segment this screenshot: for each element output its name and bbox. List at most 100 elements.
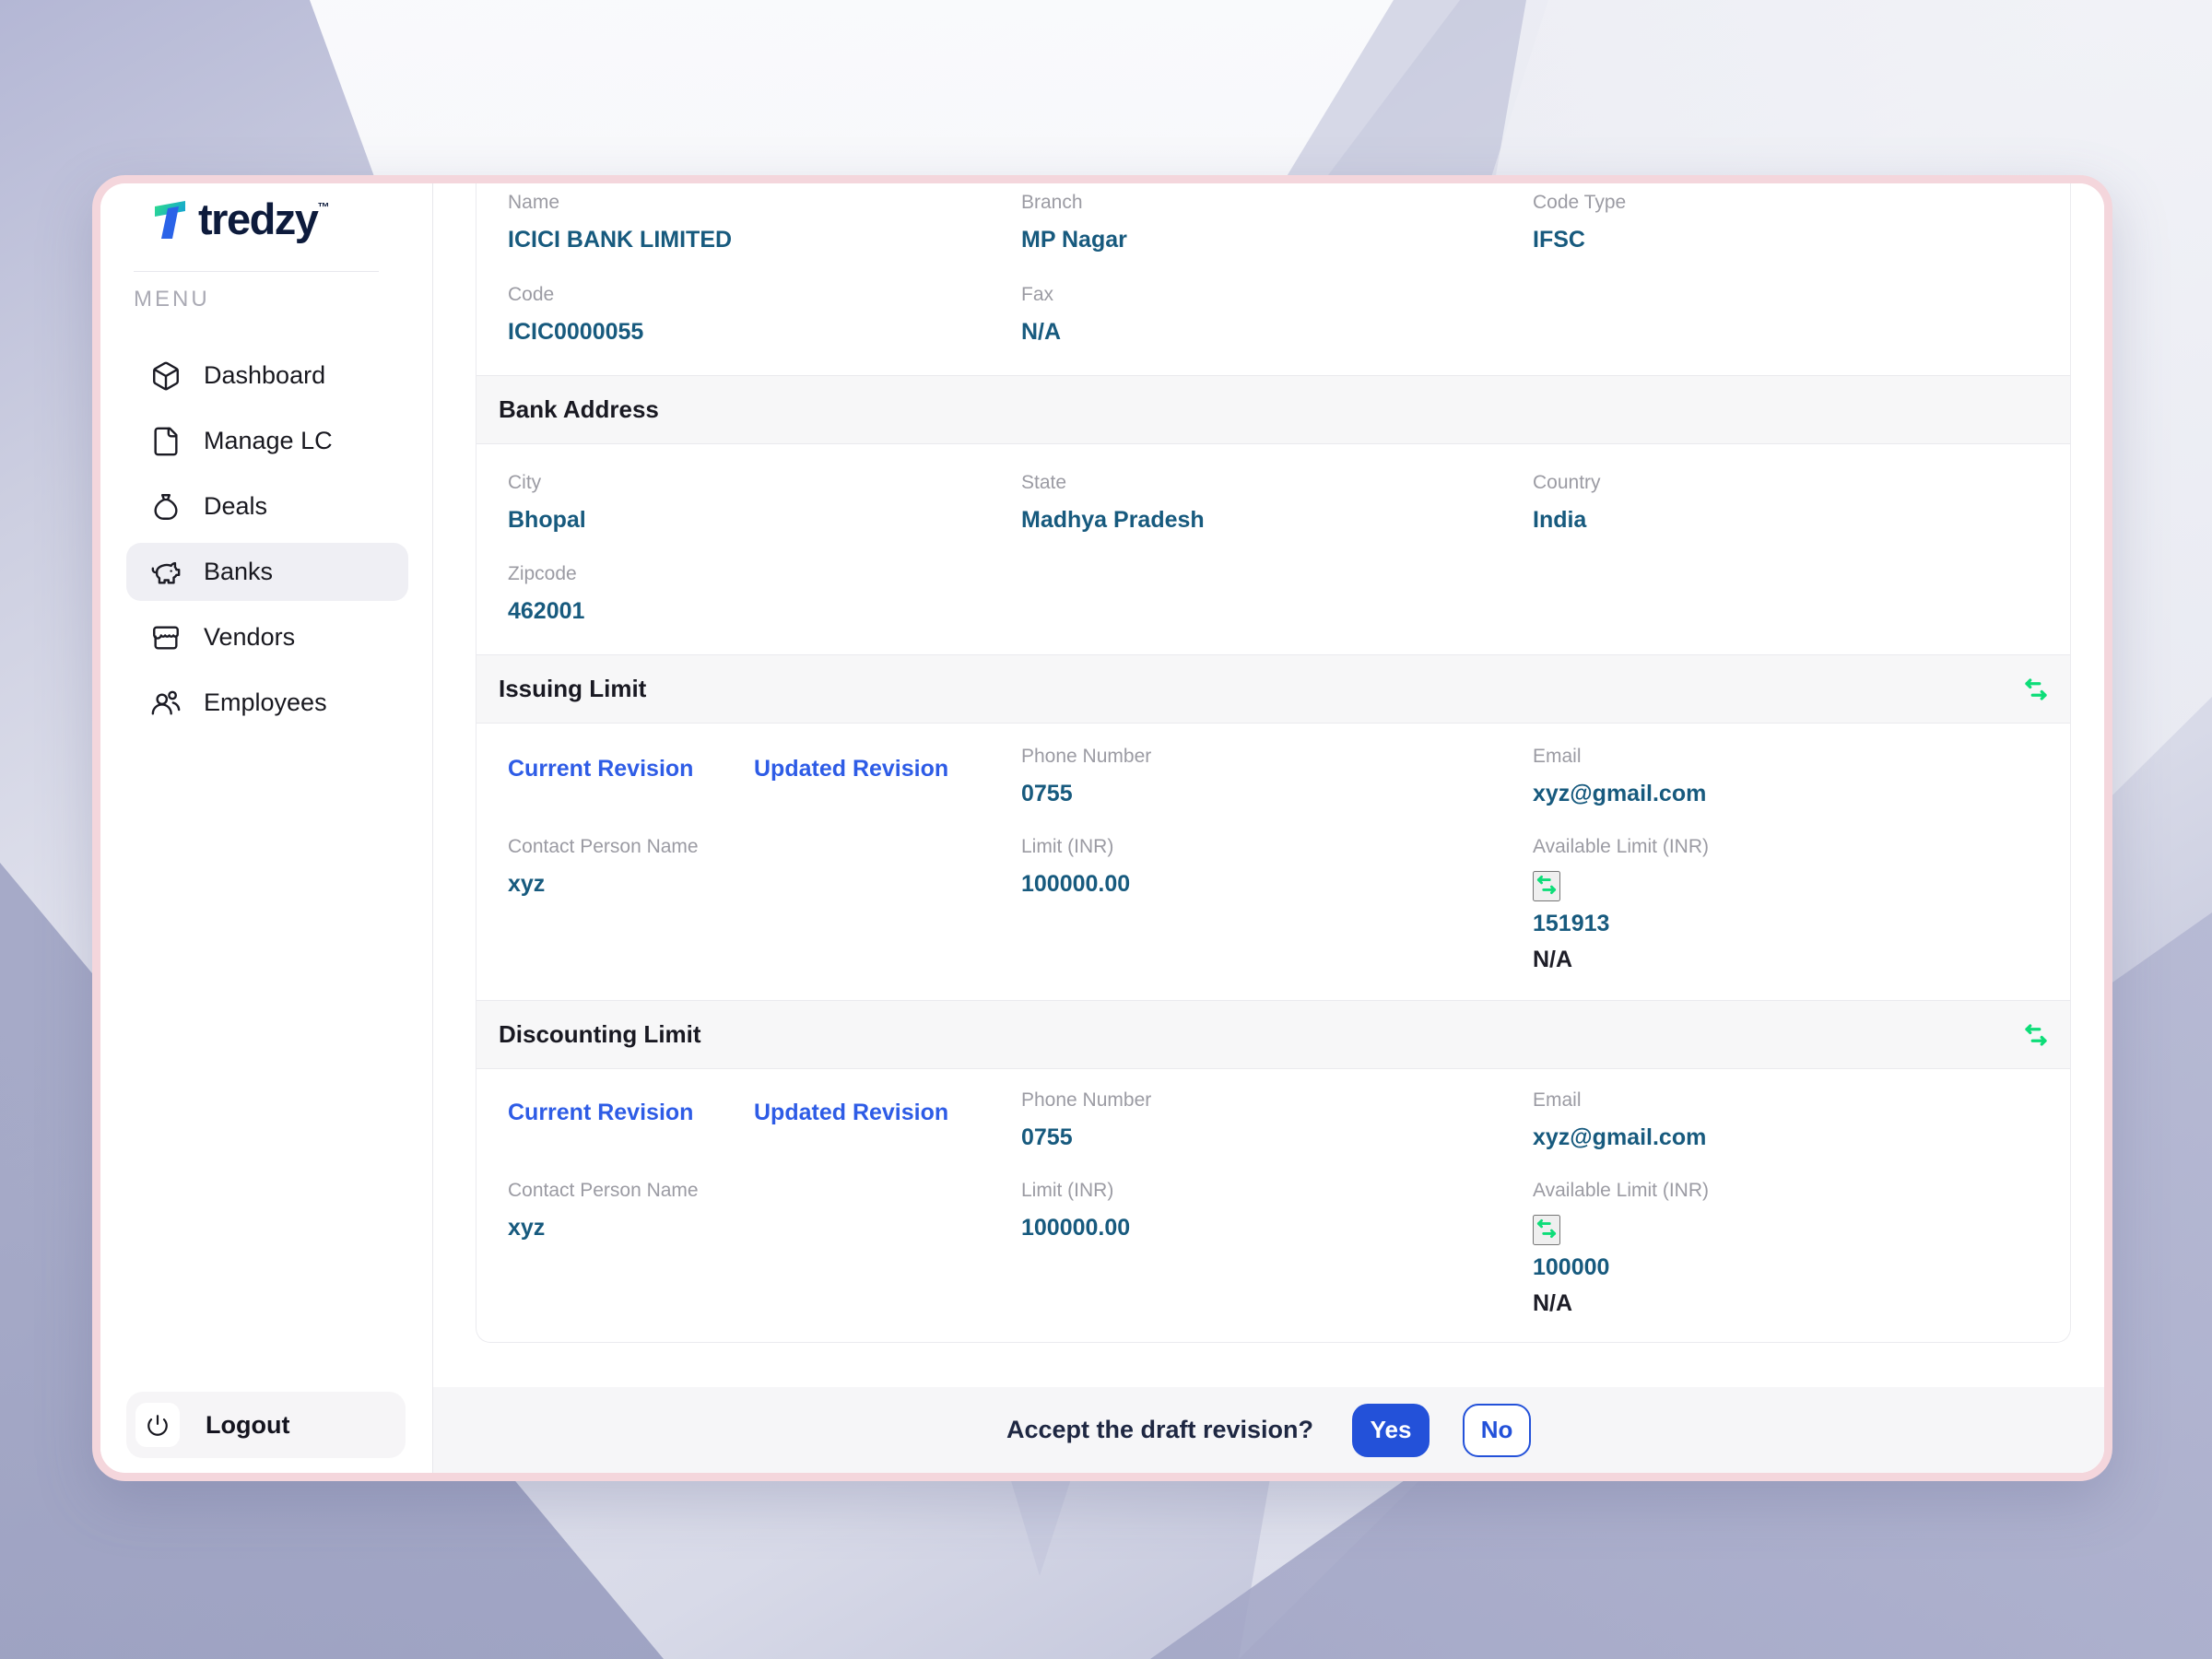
field-value: India: [1533, 507, 1587, 533]
field-label: Fax: [1021, 284, 1054, 305]
sidebar-item-vendors[interactable]: Vendors: [126, 608, 408, 666]
field-value: 0755: [1021, 781, 1073, 806]
field-label: Limit (INR): [1021, 836, 1114, 857]
sidebar: tredzy ™ MENU Dashboard Manage LC Deals …: [100, 183, 433, 1473]
field-name: Name ICICI BANK LIMITED: [508, 193, 732, 253]
sidebar-item-deals[interactable]: Deals: [126, 477, 408, 535]
sidebar-item-label: Employees: [204, 688, 327, 716]
field-secondary-value: N/A: [1533, 1289, 1573, 1316]
swap-revision-button[interactable]: [2022, 676, 2050, 703]
main-content: Name ICICI BANK LIMITED Branch MP Nagar …: [433, 183, 2104, 1473]
field-city: City Bhopal: [508, 473, 586, 534]
accept-no-button[interactable]: No: [1463, 1403, 1532, 1457]
users-icon: [151, 690, 181, 715]
field-label: Contact Person Name: [508, 836, 699, 857]
field-label: Code: [508, 284, 555, 305]
field-state: State Madhya Pradesh: [1021, 473, 1205, 534]
field-contact-discounting: Contact Person Name xyz: [508, 1181, 699, 1241]
accept-yes-button[interactable]: Yes: [1352, 1403, 1430, 1457]
tredzy-logo-icon: [155, 201, 185, 239]
field-phone-issuing: Phone Number 0755: [1021, 747, 1151, 807]
draft-revision-action-bar: Accept the draft revision? Yes No: [433, 1387, 2104, 1473]
desktop-background: tredzy ™ MENU Dashboard Manage LC Deals …: [0, 0, 2212, 1659]
tab-current-revision[interactable]: Current Revision: [508, 756, 693, 782]
swap-arrows-icon: [1536, 875, 1557, 895]
swap-arrows-icon: [1536, 1218, 1557, 1239]
sidebar-item-banks[interactable]: Banks: [126, 543, 408, 601]
piggy-bank-icon: [151, 561, 181, 584]
field-code-type: Code Type IFSC: [1533, 193, 1626, 253]
field-label: Code Type: [1533, 192, 1627, 213]
draft-revision-question: Accept the draft revision?: [1006, 1416, 1314, 1443]
tredzy-logo: tredzy ™: [152, 197, 330, 241]
field-zipcode: Zipcode 462001: [508, 564, 584, 625]
tab-current-revision[interactable]: Current Revision: [508, 1100, 693, 1126]
field-value: Bhopal: [508, 507, 586, 533]
field-value: 100000: [1533, 1254, 1610, 1280]
field-label: City: [508, 472, 542, 493]
field-label: Available Limit (INR): [1533, 1180, 1709, 1201]
swap-available-button[interactable]: [1533, 871, 1560, 901]
field-phone-discounting: Phone Number 0755: [1021, 1090, 1151, 1151]
bank-details-panel: Name ICICI BANK LIMITED Branch MP Nagar …: [476, 183, 2071, 1343]
field-value: 462001: [508, 598, 585, 624]
field-email-discounting: Email xyz@gmail.com: [1533, 1090, 1706, 1151]
section-issuing-limit: Issuing Limit: [477, 654, 2070, 724]
sidebar-item-employees[interactable]: Employees: [126, 674, 408, 732]
package-icon: [153, 361, 179, 390]
sidebar-divider: [134, 271, 379, 272]
logout-button[interactable]: Logout: [126, 1392, 406, 1458]
field-label: Branch: [1021, 192, 1083, 213]
field-label: State: [1021, 472, 1067, 493]
swap-arrows-icon: [2025, 677, 2047, 700]
field-label: Contact Person Name: [508, 1180, 699, 1201]
tab-updated-revision[interactable]: Updated Revision: [754, 1100, 948, 1126]
field-secondary-value: N/A: [1533, 946, 1573, 972]
menu-heading: MENU: [134, 287, 210, 312]
file-icon: [154, 427, 178, 455]
section-title: Issuing Limit: [499, 675, 647, 702]
sidebar-item-label: Manage LC: [204, 427, 333, 454]
field-value: N/A: [1021, 319, 1062, 345]
field-available-limit-discounting: Available Limit (INR) 100000 N/A: [1533, 1181, 1709, 1317]
field-limit-issuing: Limit (INR) 100000.00: [1021, 837, 1130, 898]
sidebar-item-label: Dashboard: [204, 361, 326, 389]
sidebar-menu: Dashboard Manage LC Deals Banks Vendors …: [126, 347, 408, 739]
money-bag-icon: [154, 493, 178, 520]
sidebar-item-manage-lc[interactable]: Manage LC: [126, 412, 408, 470]
logout-icon-box: [135, 1403, 180, 1447]
field-label: Limit (INR): [1021, 1180, 1114, 1201]
sidebar-item-dashboard[interactable]: Dashboard: [126, 347, 408, 405]
field-value: Madhya Pradesh: [1021, 507, 1205, 533]
field-value: 100000.00: [1021, 1215, 1131, 1241]
field-value: xyz@gmail.com: [1533, 781, 1707, 806]
field-value: xyz: [508, 1215, 546, 1241]
logout-label: Logout: [206, 1410, 290, 1439]
section-title: Bank Address: [499, 395, 659, 423]
field-country: Country India: [1533, 473, 1601, 534]
field-label: Phone Number: [1021, 746, 1152, 767]
field-limit-discounting: Limit (INR) 100000.00: [1021, 1181, 1130, 1241]
field-label: Email: [1533, 746, 1582, 767]
field-label: Available Limit (INR): [1533, 836, 1709, 857]
field-branch: Branch MP Nagar: [1021, 193, 1127, 253]
sidebar-item-label: Vendors: [204, 623, 296, 651]
sidebar-item-label: Deals: [204, 492, 268, 520]
field-label: Phone Number: [1021, 1089, 1152, 1111]
field-label: Name: [508, 192, 560, 213]
section-title: Discounting Limit: [499, 1020, 701, 1048]
field-value: 151913: [1533, 911, 1610, 936]
field-contact-issuing: Contact Person Name xyz: [508, 837, 699, 898]
section-bank-address: Bank Address: [477, 375, 2070, 444]
field-value: xyz: [508, 871, 546, 897]
field-fax: Fax N/A: [1021, 285, 1061, 346]
field-code: Code ICIC0000055: [508, 285, 643, 346]
field-available-limit-issuing: Available Limit (INR) 151913 N/A: [1533, 837, 1709, 973]
app-window: tredzy ™ MENU Dashboard Manage LC Deals …: [92, 175, 2112, 1481]
tab-updated-revision[interactable]: Updated Revision: [754, 756, 948, 782]
field-label: Email: [1533, 1089, 1582, 1111]
logo-trademark: ™: [317, 200, 330, 214]
field-email-issuing: Email xyz@gmail.com: [1533, 747, 1706, 807]
swap-revision-button[interactable]: [2022, 1021, 2050, 1049]
swap-available-button[interactable]: [1533, 1215, 1560, 1245]
